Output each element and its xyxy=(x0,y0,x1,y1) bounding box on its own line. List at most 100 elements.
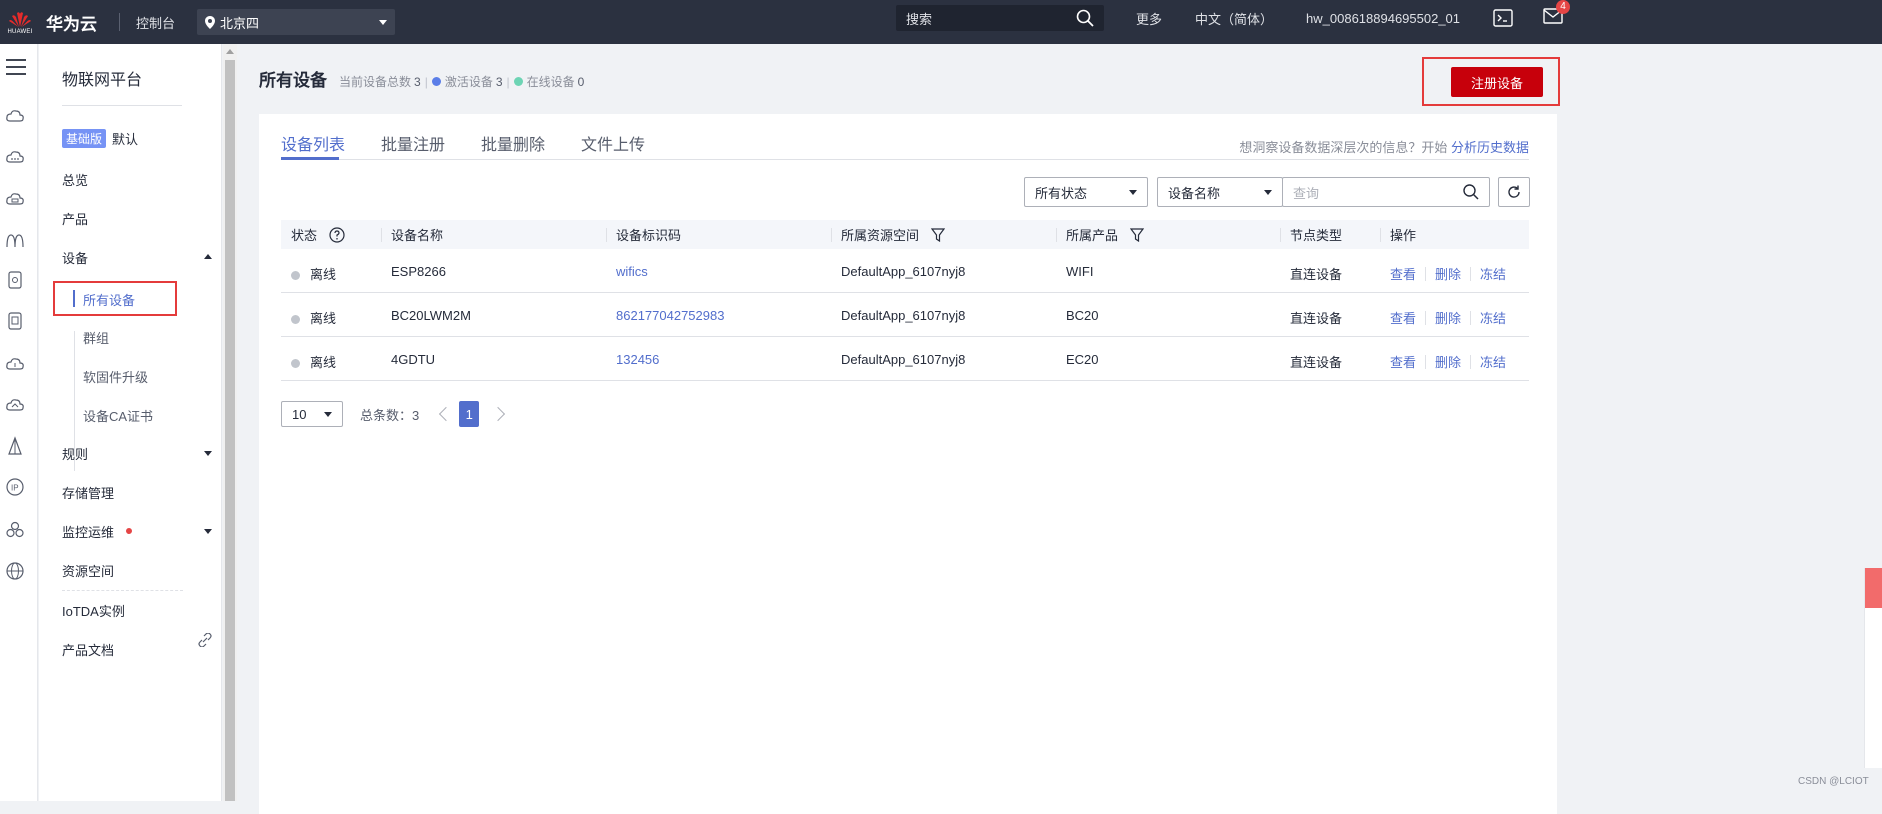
freeze-button[interactable]: 冻结 xyxy=(1480,308,1506,327)
cluster-icon[interactable] xyxy=(5,520,25,540)
chevron-down-icon xyxy=(1264,189,1272,195)
divider xyxy=(1280,228,1281,242)
sidebar-item-monitor[interactable]: 监控运维 xyxy=(62,521,212,541)
edition-selector[interactable]: 基础版 默认 xyxy=(62,129,138,148)
messages-button[interactable]: 4 xyxy=(1543,0,1570,27)
feedback-tab[interactable] xyxy=(1865,568,1882,608)
top-navbar: HUAWEI 华为云 控制台 北京四 搜索 更多 中文（简体） hw_00861… xyxy=(0,0,1882,44)
search-icon[interactable] xyxy=(1076,9,1094,27)
device-id-link[interactable]: wifics xyxy=(616,264,648,279)
sidebar-scrollbar[interactable] xyxy=(223,44,237,801)
menu-icon[interactable] xyxy=(5,58,27,76)
column-header-node-type: 节点类型 xyxy=(1280,220,1342,249)
freeze-button[interactable]: 冻结 xyxy=(1480,352,1506,371)
sidebar-item-product[interactable]: 产品 xyxy=(62,208,212,228)
status-text: 离线 xyxy=(310,267,337,282)
divider xyxy=(606,228,607,242)
top-links: 更多 中文（简体） hw_008618894695502_01 xyxy=(1136,0,1493,36)
column-header-resource-space: 所属资源空间 xyxy=(831,220,946,249)
tab-batch-delete[interactable]: 批量删除 xyxy=(481,131,545,155)
sidebar-item-overview[interactable]: 总览 xyxy=(62,169,212,189)
device-id-link[interactable]: 862177042752983 xyxy=(616,308,724,323)
register-device-button[interactable]: 注册设备 xyxy=(1451,67,1543,97)
page-size-select[interactable]: 10 xyxy=(281,401,343,427)
cloud-upload-icon[interactable] xyxy=(5,354,25,374)
table-row: 离线 4GDTU 132456 DefaultApp_6107nyj8 EC20… xyxy=(281,337,1529,381)
divider xyxy=(62,590,183,591)
region-selector[interactable]: 北京四 xyxy=(197,9,396,35)
resource-space: DefaultApp_6107nyj8 xyxy=(841,264,966,279)
edition-tag: 基础版 xyxy=(62,129,107,148)
device-list-card: 设备列表 批量注册 批量删除 文件上传 想洞察设备数据深层次的信息？开始 分析历… xyxy=(259,114,1557,814)
device-name: BC20LWM2M xyxy=(391,308,471,323)
freeze-button[interactable]: 冻结 xyxy=(1480,264,1506,283)
more-menu[interactable]: 更多 xyxy=(1136,9,1162,28)
device-icon[interactable] xyxy=(5,270,25,290)
sidebar-item-ca-cert[interactable]: 设备CA证书 xyxy=(83,406,153,425)
help-icon[interactable] xyxy=(329,226,345,243)
filter-icon[interactable] xyxy=(1130,227,1145,242)
insight-hint: 想洞察设备数据深层次的信息？开始 分析历史数据 xyxy=(1239,137,1529,156)
search-placeholder: 搜索 xyxy=(906,11,933,27)
sidebar-item-all-devices[interactable]: 所有设备 xyxy=(53,281,177,316)
analyze-history-link[interactable]: 分析历史数据 xyxy=(1451,140,1529,155)
sidebar-item-device[interactable]: 设备 xyxy=(62,247,212,267)
cloud-sync-icon[interactable] xyxy=(5,395,25,415)
device-id-link[interactable]: 132456 xyxy=(616,352,659,367)
page-header: 所有设备 当前设备总数 3 | 激活设备 3 | 在线设备 0 xyxy=(259,66,584,91)
scrollbar-thumb[interactable] xyxy=(225,60,235,801)
terminal-icon[interactable] xyxy=(1493,8,1513,27)
status-filter-select[interactable]: 所有状态 xyxy=(1024,177,1148,207)
view-button[interactable]: 查看 xyxy=(1390,308,1416,327)
device-status: 离线 xyxy=(291,352,336,371)
huawei-logo[interactable]: HUAWEI xyxy=(2,0,38,44)
antenna-icon[interactable] xyxy=(5,436,25,456)
search-field-select[interactable]: 设备名称 xyxy=(1157,177,1283,207)
sidebar-item-group[interactable]: 群组 xyxy=(83,328,109,347)
header-label: 所属资源空间 xyxy=(841,228,920,243)
console-link[interactable]: 控制台 xyxy=(136,13,175,32)
view-button[interactable]: 查看 xyxy=(1390,264,1416,283)
scroll-up-arrow-icon[interactable] xyxy=(226,49,234,54)
search-input[interactable]: 查询 xyxy=(1282,177,1490,207)
prev-page-icon[interactable] xyxy=(439,406,454,422)
view-button[interactable]: 查看 xyxy=(1390,352,1416,371)
edition-label: 默认 xyxy=(112,132,139,147)
ip-icon[interactable]: IP xyxy=(5,477,25,497)
next-page-icon[interactable] xyxy=(491,406,506,422)
globe-icon[interactable] xyxy=(5,561,25,581)
floating-toolbar[interactable] xyxy=(1864,568,1882,768)
delete-button[interactable]: 删除 xyxy=(1435,308,1461,327)
sidebar-item-label: 设备 xyxy=(62,250,89,266)
cloud-server-icon[interactable] xyxy=(5,106,25,126)
sidebar-item-resource-space[interactable]: 资源空间 xyxy=(62,560,212,580)
search-icon[interactable] xyxy=(1463,184,1479,200)
tab-device-list[interactable]: 设备列表 xyxy=(281,131,345,155)
cloud-icon[interactable] xyxy=(5,147,25,167)
divider: | xyxy=(424,74,428,89)
language-selector[interactable]: 中文（简体） xyxy=(1195,9,1273,28)
chevron-down-icon xyxy=(379,19,388,25)
select-value: 设备名称 xyxy=(1168,185,1221,201)
filter-icon[interactable] xyxy=(931,227,946,242)
header-label: 所属产品 xyxy=(1066,228,1119,243)
sidebar-item-iotda-instance[interactable]: IoTDA实例 xyxy=(62,600,212,620)
sidebar-item-firmware[interactable]: 软固件升级 xyxy=(83,367,148,386)
page-number-current[interactable]: 1 xyxy=(459,401,480,427)
sidebar-item-label: 规则 xyxy=(62,446,89,462)
sidebar-item-storage[interactable]: 存储管理 xyxy=(62,482,212,502)
global-search[interactable]: 搜索 xyxy=(896,5,1104,31)
sidebar-item-product-docs[interactable]: 产品文档 xyxy=(62,633,212,659)
tab-file-upload[interactable]: 文件上传 xyxy=(581,131,645,155)
refresh-button[interactable] xyxy=(1498,177,1530,207)
mobile-icon[interactable] xyxy=(5,311,25,331)
sidebar-item-rules[interactable]: 规则 xyxy=(62,443,212,463)
chevron-up-icon xyxy=(204,254,212,259)
network-icon[interactable] xyxy=(5,230,25,250)
user-account-menu[interactable]: hw_008618894695502_01 xyxy=(1306,11,1460,26)
delete-button[interactable]: 删除 xyxy=(1435,264,1461,283)
tab-batch-register[interactable]: 批量注册 xyxy=(381,131,445,155)
delete-button[interactable]: 删除 xyxy=(1435,352,1461,371)
brand-name[interactable]: 华为云 xyxy=(46,10,97,35)
cloud-database-icon[interactable] xyxy=(5,189,25,209)
